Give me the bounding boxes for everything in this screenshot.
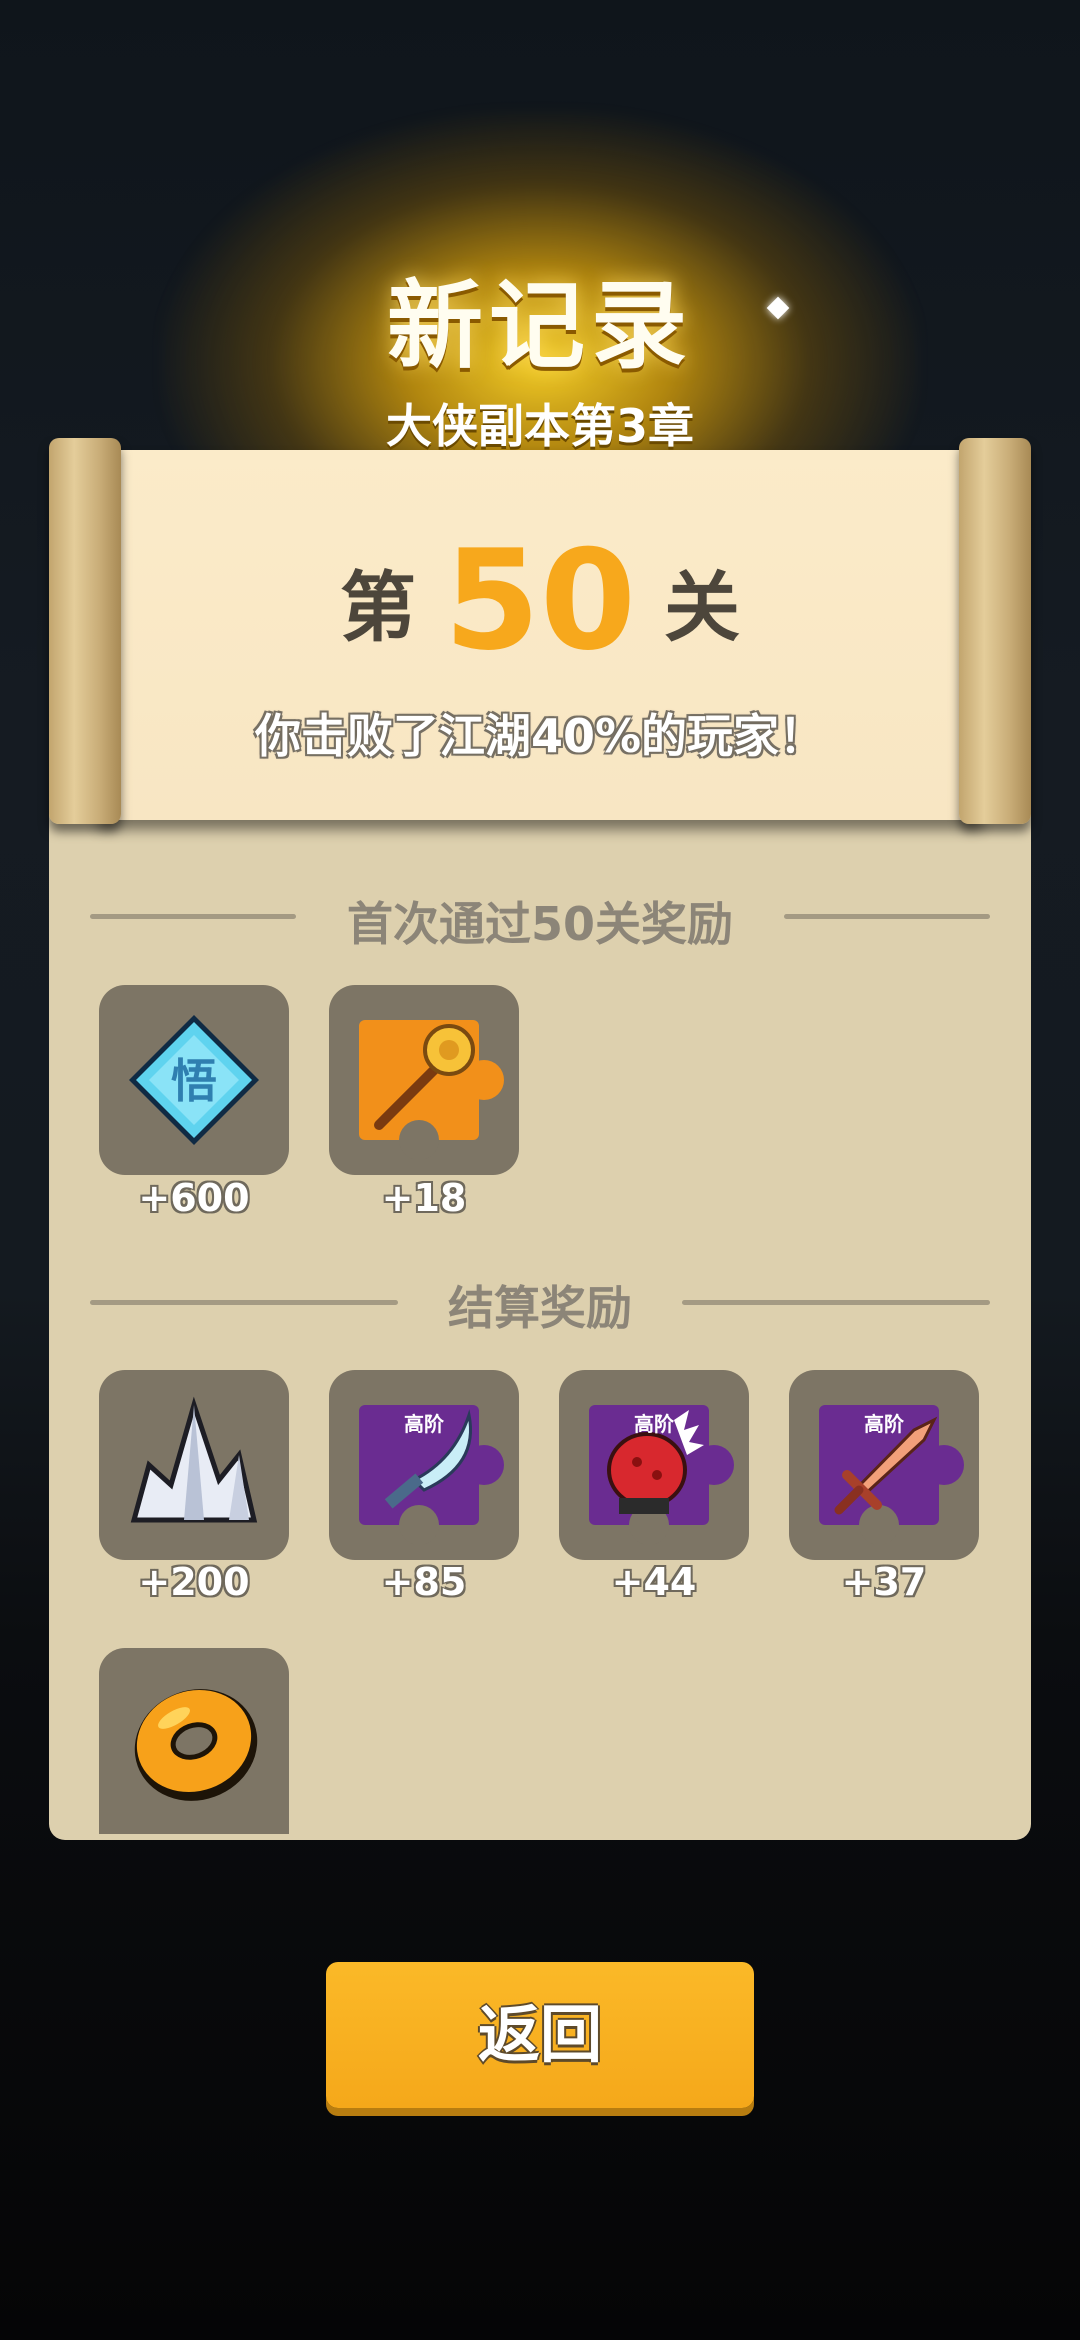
- first-clear-title: 首次通过50关奖励: [346, 897, 733, 951]
- reward-slot[interactable]: 高阶: [559, 1370, 749, 1560]
- tier-label: 高阶: [864, 1412, 904, 1436]
- level-display: 第 50 关: [98, 520, 982, 681]
- reward-slot[interactable]: 悟: [99, 985, 289, 1175]
- reward-slot[interactable]: [99, 1648, 289, 1834]
- level-prefix: 第: [339, 562, 416, 652]
- beat-percent-text: 你击败了江湖40%的玩家！: [254, 709, 826, 763]
- reward-slot[interactable]: [329, 985, 519, 1175]
- blade-puzzle-icon: [359, 1405, 504, 1545]
- crystal-icon: [130, 1396, 258, 1523]
- reward-count: +600: [138, 1176, 250, 1220]
- tier-label: 高阶: [404, 1412, 444, 1436]
- chapter-subtitle: 大侠副本第3章: [385, 399, 694, 453]
- wu-gem-icon: 悟: [129, 1015, 259, 1145]
- reward-slot[interactable]: 高阶: [329, 1370, 519, 1560]
- reward-count: +85: [381, 1560, 467, 1604]
- back-button[interactable]: 返回: [326, 1962, 754, 2108]
- golden-mace-puzzle-icon: [359, 1020, 504, 1160]
- tier-label: 高阶: [634, 1412, 674, 1436]
- page-title: 新记录: [387, 270, 693, 382]
- gold-coin-icon: [134, 1689, 258, 1801]
- settlement-title: 结算奖励: [448, 1281, 632, 1335]
- reward-slot[interactable]: 高阶: [789, 1370, 979, 1560]
- reward-count: +18: [381, 1176, 467, 1220]
- level-number: 50: [443, 520, 637, 681]
- reward-count: +200: [138, 1560, 250, 1604]
- svg-text:悟: 悟: [171, 1054, 217, 1108]
- reward-count: +44: [611, 1560, 697, 1604]
- sword-puzzle-icon: [819, 1405, 964, 1545]
- level-suffix: 关: [664, 562, 741, 652]
- gauntlet-puzzle-icon: [589, 1405, 734, 1545]
- reward-slot[interactable]: [99, 1370, 289, 1560]
- reward-count: +37: [841, 1560, 927, 1604]
